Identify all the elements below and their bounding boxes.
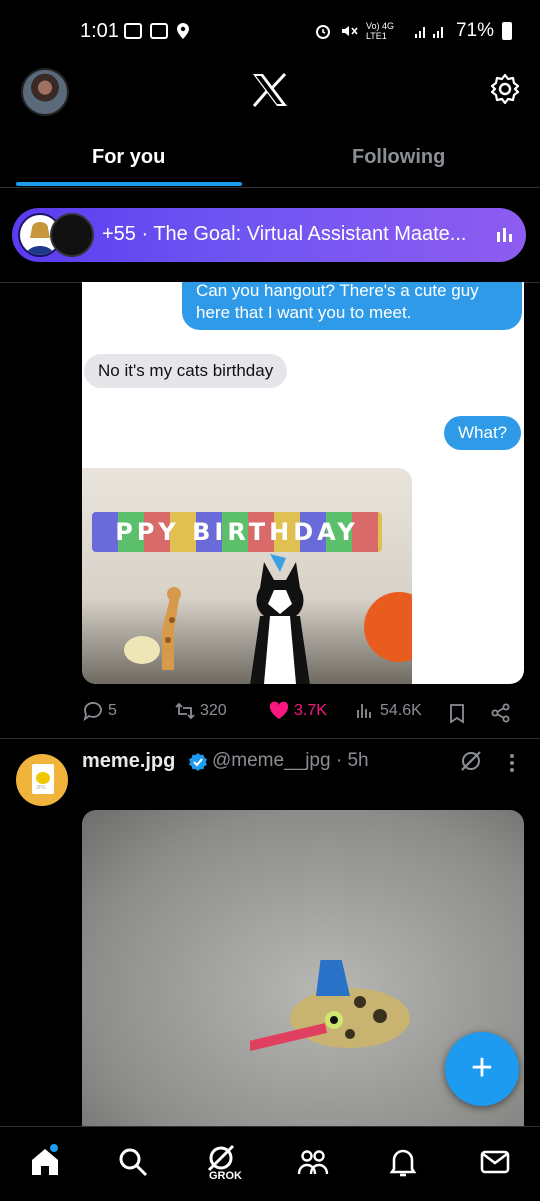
party-fish-icon [250,960,410,1052]
status-time: 1:01 [80,20,119,42]
audio-bars-icon [497,228,512,242]
like-button[interactable]: 3.7K [268,700,327,722]
nav-communities[interactable] [296,1145,330,1179]
youtube-notification-icon [124,23,142,39]
more-options-icon[interactable] [505,750,519,776]
views-count: 54.6K [380,702,422,719]
signal-icon [414,27,443,38]
views-chart-icon [357,704,371,718]
verified-badge-icon [189,753,207,771]
post-media-image[interactable]: Can you hangout? There's a cute guy here… [82,282,524,684]
gallery-notification-icon [150,23,168,39]
repost-count: 320 [200,702,227,719]
grok-icon[interactable] [458,748,484,774]
timeline-tabs: For you Following [0,130,540,186]
chat-bubble-sent-2: What? [444,416,522,450]
chat-bubble-sent: Can you hangout? There's a cute guy here… [182,282,522,330]
communities-icon [297,1150,329,1175]
bell-icon [389,1149,417,1177]
battery-percent: 71% [455,20,494,41]
meme-jpg-avatar[interactable]: JPG [16,754,68,806]
bottom-navigation [0,1126,540,1201]
post-handle-time: @meme__jpg · 5h [212,750,369,771]
tab-indicator [16,182,242,186]
profile-avatar[interactable] [21,68,69,116]
x-logo-icon [252,72,287,107]
repost-icon [175,702,195,720]
repost-button[interactable]: 320 [174,700,227,722]
spaces-live-banner[interactable]: +55 · The Goal: Virtual Assistant Maate.… [12,208,526,262]
battery-icon [502,22,512,40]
grok-nav-label: GROK [209,1170,242,1182]
settings-gear-icon[interactable] [488,72,522,106]
views-button[interactable]: 54.6K [354,700,422,722]
avatar-jpg-label: JPG [36,785,46,791]
cat-icon [250,554,310,684]
orange-ball [364,592,412,662]
reply-count: 5 [108,702,117,719]
post-author-name[interactable]: meme.jpg [82,750,175,773]
network-label: Vo) 4G LTE1 [365,21,394,41]
home-notification-dot [50,1144,58,1152]
like-count: 3.7K [294,702,327,719]
reply-button[interactable]: 5 [82,700,117,722]
reply-icon [83,702,102,722]
chat-bubble-received: No it's my cats birthday [84,354,288,388]
plus-icon: + [470,1047,494,1089]
bookmark-icon[interactable] [446,702,468,724]
share-icon[interactable] [490,702,512,724]
mail-icon [480,1150,510,1174]
mute-icon [341,26,358,36]
compose-post-button[interactable]: + [445,1032,519,1106]
status-bar: 1:01 Vo) 4G LTE1 71% [0,0,540,62]
location-icon [177,23,189,39]
cat-birthday-photo: PPY BIRTHDAY [82,468,412,684]
giraffe-toy-icon [124,587,181,670]
heart-filled-icon [269,701,289,719]
post-action-bar: 5 320 3.7K 54.6K [82,700,522,726]
nav-messages[interactable] [478,1145,512,1179]
space-speaker-avatar [50,213,94,257]
tab-for-you[interactable]: For you [92,146,165,169]
post-divider [0,738,540,739]
nav-notifications[interactable] [386,1145,420,1179]
nav-search[interactable] [116,1145,150,1179]
search-icon [119,1148,148,1177]
tab-following[interactable]: Following [352,146,445,169]
tabs-divider [0,187,540,188]
spaces-title: +55 · The Goal: Virtual Assistant Maate.… [102,223,467,245]
birthday-banner: PPY BIRTHDAY [92,512,382,552]
alarm-icon [315,25,330,39]
